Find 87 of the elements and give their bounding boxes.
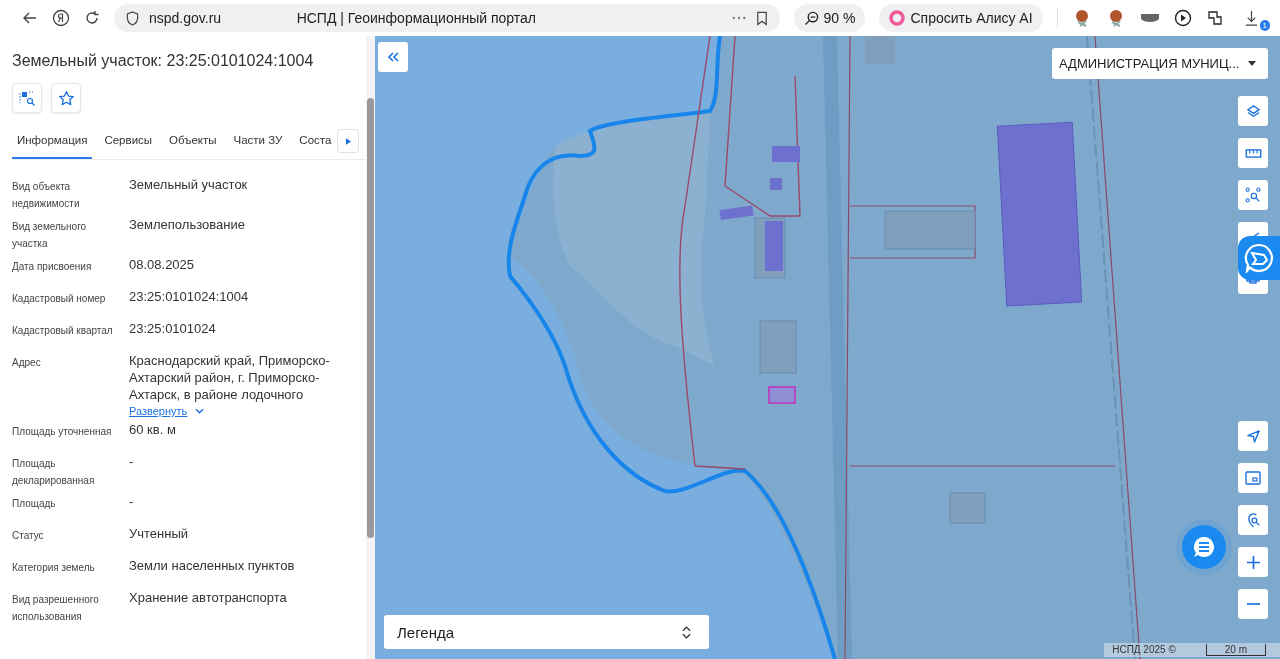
field-label: Площадь (12, 497, 57, 511)
scrollbar-thumb[interactable] (367, 98, 374, 538)
select-search-icon (18, 89, 36, 107)
field-value: Хранение автотранспорта (129, 589, 288, 606)
more-icon[interactable] (731, 16, 746, 20)
tab[interactable]: Объекты (164, 123, 222, 159)
tab[interactable]: Части ЗУ (228, 123, 288, 159)
tab[interactable]: Информация (12, 123, 93, 159)
field-value: - (129, 493, 135, 510)
field-label: Категория земель (12, 561, 96, 575)
field-value: Земельный участок (129, 176, 249, 193)
play-icon[interactable] (1173, 9, 1192, 27)
chevron-down-icon (195, 408, 205, 414)
field-value: - (129, 453, 135, 470)
field-value: 08.08.2025 (129, 256, 196, 273)
zoom-out-icon (803, 10, 819, 26)
field-value: 23:25:0101024 (129, 320, 217, 337)
downloads-button[interactable] (1243, 9, 1259, 27)
address-bar[interactable]: nspd.gov.ru НСПД | Геоинформационный портал (114, 4, 780, 32)
speech-bubble-icon (1244, 243, 1274, 273)
layers-icon (1245, 103, 1261, 119)
location-search-button[interactable] (1238, 505, 1268, 535)
field-label: Дата присвоения (12, 260, 93, 274)
extension-icon[interactable] (1139, 12, 1160, 24)
field-value: 23:25:0101024:1004 (129, 288, 250, 305)
back-icon[interactable] (22, 10, 38, 26)
sort-arrows-icon (682, 625, 691, 639)
bookmark-icon[interactable] (755, 10, 768, 26)
star-icon (57, 89, 75, 107)
field-value: Учтенный (129, 525, 190, 542)
layers-button[interactable] (1238, 96, 1268, 126)
legend-dropdown[interactable]: Легенда (384, 615, 709, 649)
collapse-panel-button[interactable] (378, 42, 408, 72)
zoom-in-button[interactable] (1238, 547, 1268, 577)
field-label: Статус (12, 529, 45, 543)
field-label: Вид земельного участка (12, 220, 88, 251)
map-drawing[interactable] (375, 36, 1280, 659)
tabs-scroll-button[interactable] (337, 129, 360, 153)
chat-icon (1192, 535, 1216, 559)
scale-bar: 20 m (1205, 644, 1266, 656)
field-value: Краснодарский край, Приморско-Ахтарский район, г. Приморско-Ахтарск, в районе лодочного (129, 352, 331, 403)
zoom-button[interactable]: 90 % (793, 4, 866, 32)
field-value: 60 кв. м (129, 421, 177, 438)
tab[interactable]: Соста (294, 123, 337, 159)
tab[interactable]: Сервисы (99, 123, 158, 159)
my-location-button[interactable] (1238, 421, 1268, 451)
plus-icon (1246, 555, 1260, 569)
field-label: Кадастровый номер (12, 292, 107, 306)
feedback-tab-button[interactable] (1238, 236, 1280, 280)
scrollbar[interactable] (366, 36, 375, 659)
picture-in-picture-icon (1245, 471, 1261, 485)
field-label: Вид разрешенного использования (12, 593, 100, 624)
map-pin-search-icon (1245, 512, 1261, 528)
field-value: Землепользование (129, 216, 246, 233)
area-search-button[interactable] (1238, 180, 1268, 210)
select-search-icon (1245, 187, 1261, 203)
locate-object-button[interactable] (12, 83, 42, 113)
attribution-text: НСПД 2025 © (1112, 644, 1176, 656)
zoom-out-button[interactable] (1238, 589, 1268, 619)
url-text: nspd.gov.ru (149, 10, 222, 26)
field-label: Кадастровый квартал (12, 324, 114, 338)
panel-title: Земельный участок: 23:25:0101024:1004 (12, 52, 315, 70)
assistant-button[interactable]: Спросить Алису AI (879, 4, 1043, 32)
download-icon (1243, 9, 1259, 27)
ring-icon (889, 10, 906, 26)
reload-icon[interactable] (84, 10, 100, 26)
minus-icon (1246, 603, 1260, 605)
field-label: Вид объекта недвижимости (12, 180, 81, 211)
layer-select[interactable]: АДМИНИСТРАЦИЯ МУНИЦ... (1052, 48, 1268, 79)
favorite-button[interactable] (51, 83, 81, 113)
page-title: НСПД | Геоинформационный портал (295, 10, 537, 26)
caret-down-icon (1248, 61, 1256, 66)
field-label: Площадь уточненная (12, 425, 113, 439)
field-label: Адрес (12, 356, 42, 370)
field-value: Земли населенных пунктов (129, 557, 296, 574)
double-chevron-left-icon (387, 52, 399, 62)
expand-link[interactable]: Развернуть (129, 405, 346, 417)
minimap-button[interactable] (1238, 463, 1268, 493)
shield-icon (126, 10, 139, 26)
extension-icon[interactable] (1205, 9, 1224, 27)
browser-logo-icon[interactable] (52, 9, 70, 27)
ruler-icon (1244, 148, 1262, 158)
field-label: Площадь декларированная (12, 457, 96, 488)
navigation-arrow-icon (1245, 428, 1261, 444)
measure-button[interactable] (1238, 138, 1268, 168)
downloads-badge: 1 (1259, 19, 1270, 31)
caret-right-icon (345, 137, 351, 145)
